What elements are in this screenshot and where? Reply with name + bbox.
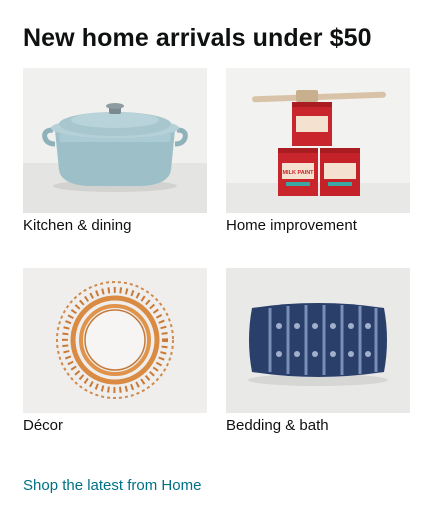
card-title: New home arrivals under $50 [23,24,372,52]
bedding-bath-image[interactable] [226,268,410,413]
tile-label[interactable]: Bedding & bath [226,417,410,434]
home-improvement-image[interactable]: MILK PAINT [226,68,410,213]
home-arrivals-card: New home arrivals under $50 Kitchen & di… [0,0,430,515]
tile-bedding-bath[interactable]: Bedding & bath [226,268,410,434]
tile-label[interactable]: Kitchen & dining [23,217,207,234]
tile-label[interactable]: Home improvement [226,217,410,234]
tile-decor[interactable]: Décor [23,268,207,434]
kitchen-dining-image[interactable] [23,68,207,213]
tile-kitchen-dining[interactable]: Kitchen & dining [23,68,207,234]
paint-can-label: MILK PAINT [282,170,314,176]
tile-label[interactable]: Décor [23,417,207,434]
tile-home-improvement[interactable]: MILK PAINT Home improvement [226,68,410,234]
decor-image[interactable] [23,268,207,413]
shop-latest-link[interactable]: Shop the latest from Home [23,477,201,494]
